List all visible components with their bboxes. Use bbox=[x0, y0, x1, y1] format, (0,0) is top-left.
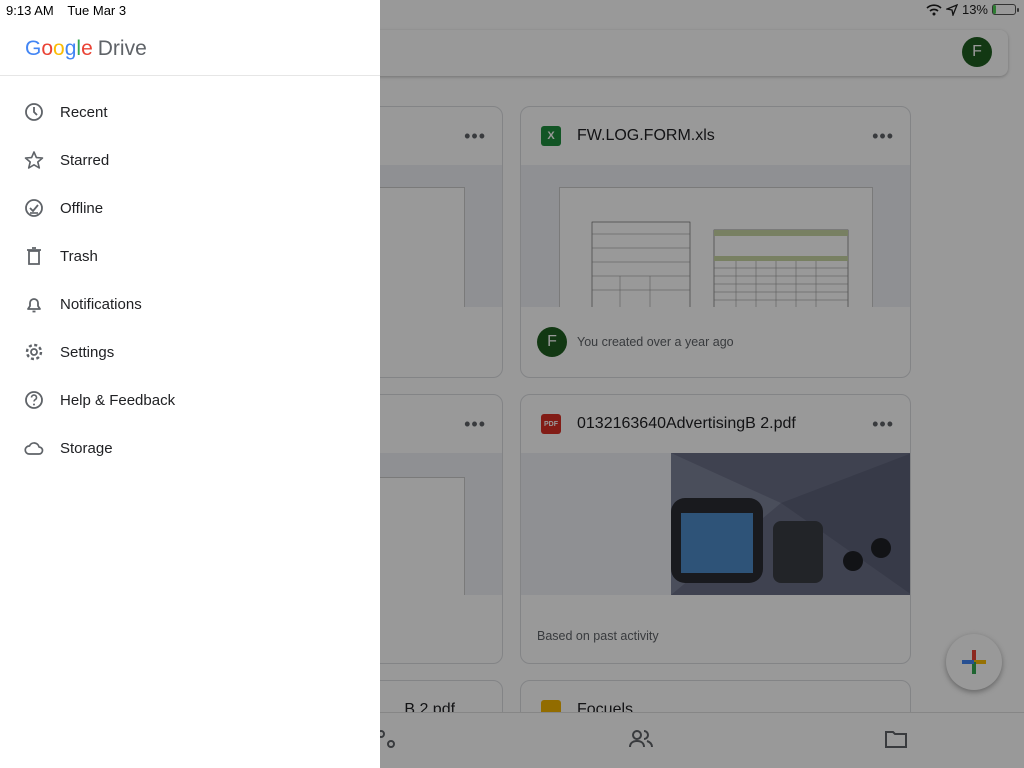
gear-icon bbox=[24, 342, 44, 362]
wifi-icon bbox=[926, 3, 942, 15]
google-drive-logo: Google Drive bbox=[25, 37, 147, 60]
menu-item-trash[interactable]: Trash bbox=[0, 232, 380, 280]
menu-item-label: Settings bbox=[60, 343, 115, 361]
menu-item-label: Help & Feedback bbox=[60, 391, 176, 409]
help-icon bbox=[24, 390, 44, 410]
bell-icon bbox=[24, 294, 44, 314]
status-bar: 9:13 AM Tue Mar 3 13% bbox=[0, 0, 1024, 20]
menu-item-starred[interactable]: Starred bbox=[0, 136, 380, 184]
status-time: 9:13 AM bbox=[6, 3, 54, 18]
clock-icon bbox=[24, 102, 44, 122]
drawer-header: Google Drive bbox=[0, 20, 380, 76]
menu-item-label: Recent bbox=[60, 103, 108, 121]
drawer-menu: Recent Starred Offline Trash Notificatio… bbox=[0, 88, 380, 472]
navigation-drawer: Google Drive Recent Starred Offline Tras… bbox=[0, 0, 380, 768]
cloud-icon bbox=[24, 438, 44, 458]
offline-icon bbox=[24, 198, 44, 218]
trash-icon bbox=[24, 246, 44, 266]
menu-item-label: Storage bbox=[60, 439, 113, 457]
menu-item-label: Trash bbox=[60, 247, 98, 265]
menu-item-recent[interactable]: Recent bbox=[0, 88, 380, 136]
status-date: Tue Mar 3 bbox=[67, 3, 127, 18]
battery-percent: 13% bbox=[961, 2, 988, 17]
menu-item-settings[interactable]: Settings bbox=[0, 328, 380, 376]
menu-item-label: Notifications bbox=[60, 295, 142, 313]
battery-icon bbox=[992, 4, 1019, 15]
star-icon bbox=[24, 150, 44, 170]
menu-item-notifications[interactable]: Notifications bbox=[0, 280, 380, 328]
menu-item-label: Offline bbox=[60, 199, 104, 217]
menu-item-label: Starred bbox=[60, 151, 110, 169]
menu-item-offline[interactable]: Offline bbox=[0, 184, 380, 232]
location-icon bbox=[945, 3, 958, 16]
menu-item-help-feedback[interactable]: Help & Feedback bbox=[0, 376, 380, 424]
menu-item-storage[interactable]: Storage bbox=[0, 424, 380, 472]
